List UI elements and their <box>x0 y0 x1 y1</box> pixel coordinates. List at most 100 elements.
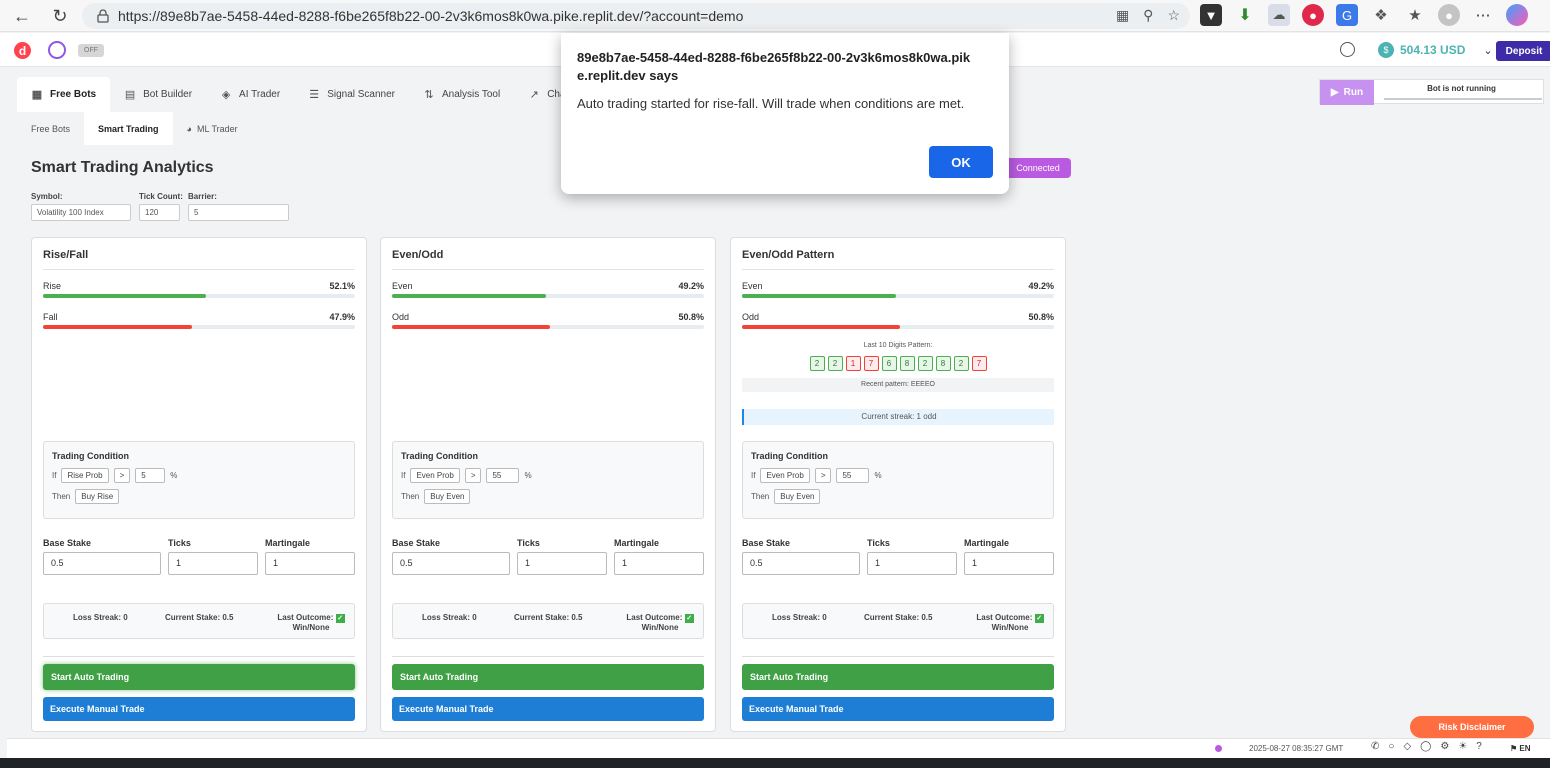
ticks-label: Ticks <box>517 538 540 548</box>
digit-box: 8 <box>935 356 951 371</box>
extensions-puzzle-icon[interactable]: ❖ <box>1370 4 1392 26</box>
ticks-input[interactable]: 1 <box>867 552 957 575</box>
ticks-input[interactable]: 1 <box>517 552 607 575</box>
condition-if-row: If Even Prob > 55 % <box>401 468 532 483</box>
condition-field-select[interactable]: Even Prob <box>410 468 460 483</box>
run-button[interactable]: ▶ Run <box>1320 80 1374 105</box>
even-odd-pattern-card: Even/Odd Pattern Even 49.2% Odd 50.8% La… <box>730 237 1066 732</box>
prob-track <box>392 325 704 329</box>
condition-action-select[interactable]: Buy Even <box>774 489 821 504</box>
layers-icon: ◈ <box>221 89 231 101</box>
shield-icon[interactable]: ◯ <box>1420 741 1431 752</box>
condition-action-select[interactable]: Buy Even <box>424 489 471 504</box>
condition-value-input[interactable]: 55 <box>486 468 520 483</box>
more-menu-icon[interactable]: ⋯ <box>1472 4 1494 26</box>
risk-disclaimer-button[interactable]: Risk Disclaimer <box>1410 716 1534 738</box>
execute-manual-trade-button[interactable]: Execute Manual Trade <box>392 697 704 721</box>
settings-icon[interactable]: ⚙ <box>1440 741 1449 752</box>
execute-manual-trade-button[interactable]: Execute Manual Trade <box>742 697 1054 721</box>
site-info-icon[interactable] <box>96 9 110 23</box>
profile-avatar-icon[interactable]: ● <box>1438 4 1460 26</box>
language-selector[interactable]: ⚑ EN <box>1510 744 1531 753</box>
whatsapp-icon[interactable]: ✆ <box>1371 741 1379 752</box>
extension-translate-icon[interactable]: G <box>1336 4 1358 26</box>
zoom-icon[interactable]: ⚲ <box>1143 7 1153 24</box>
base-stake-input[interactable]: 0.5 <box>742 552 860 575</box>
tab-free-bots[interactable]: ▦ Free Bots <box>17 77 111 112</box>
tab-analysis-tool[interactable]: ⇅ Analysis Tool <box>409 77 514 112</box>
base-stake-label: Base Stake <box>43 538 92 548</box>
extension-download-manager-icon[interactable]: ▼ <box>1200 4 1222 26</box>
condition-action-select[interactable]: Buy Rise <box>75 489 120 504</box>
account-icon[interactable] <box>1340 42 1355 57</box>
condition-value-input[interactable]: 5 <box>135 468 166 483</box>
condition-field-select[interactable]: Rise Prob <box>61 468 109 483</box>
condition-if-row: If Even Prob > 55 % <box>751 468 882 483</box>
last-outcome: Last Outcome: ✓ Win/None <box>615 613 705 632</box>
deriv-logo[interactable]: d <box>14 42 31 59</box>
chevron-down-icon[interactable]: ⌄ <box>1483 44 1492 57</box>
start-auto-trading-button[interactable]: Start Auto Trading <box>392 664 704 690</box>
chart-icon: ↗ <box>529 89 539 101</box>
prob-track <box>43 294 355 298</box>
barrier-input[interactable]: 5 <box>188 204 289 221</box>
subtab-free-bots[interactable]: Free Bots <box>17 112 84 145</box>
condition-field-select[interactable]: Even Prob <box>760 468 810 483</box>
martingale-input[interactable]: 1 <box>614 552 704 575</box>
subtab-smart-trading[interactable]: Smart Trading <box>84 112 173 145</box>
address-bar[interactable]: https://89e8b7ae-5458-44ed-8288-f6be265f… <box>82 3 1190 29</box>
help-icon[interactable]: ? <box>1476 741 1482 752</box>
ok-button[interactable]: OK <box>929 146 993 178</box>
martingale-input[interactable]: 1 <box>964 552 1054 575</box>
barrier-param: Barrier: 5 <box>188 192 289 221</box>
copilot-icon[interactable] <box>1506 4 1528 26</box>
card-title: Even/Odd <box>392 249 444 261</box>
deposit-button[interactable]: Deposit <box>1496 41 1550 61</box>
extension-drop-icon[interactable]: ● <box>1302 4 1324 26</box>
trading-condition: Trading Condition If Rise Prob > 5 % The… <box>43 441 355 519</box>
tick-count-input[interactable]: 120 <box>139 204 180 221</box>
bookmark-star-icon[interactable]: ☆ <box>1167 7 1180 24</box>
symbol-select[interactable]: Volatility 100 Index <box>31 204 131 221</box>
extension-download-icon[interactable]: ⬇ <box>1234 4 1256 26</box>
base-stake-input[interactable]: 0.5 <box>392 552 510 575</box>
condition-operator-select[interactable]: > <box>113 468 131 483</box>
ai-badge-icon[interactable] <box>48 41 66 59</box>
off-toggle[interactable]: OFF <box>78 44 104 57</box>
execute-manual-trade-button[interactable]: Execute Manual Trade <box>43 697 355 721</box>
pattern-label: Last 10 Digits Pattern: <box>863 342 933 349</box>
prob-value: 49.2% <box>678 281 704 291</box>
reload-icon[interactable]: ↻ <box>44 0 76 32</box>
tab-label: Free Bots <box>50 89 97 100</box>
martingale-input[interactable]: 1 <box>265 552 355 575</box>
tab-ai-trader[interactable]: ◈ AI Trader <box>206 77 294 112</box>
prob-track <box>43 325 355 329</box>
martingale-label: Martingale <box>265 538 311 548</box>
start-auto-trading-button[interactable]: Start Auto Trading <box>742 664 1054 690</box>
favorites-icon[interactable]: ★ <box>1404 4 1426 26</box>
ticks-input[interactable]: 1 <box>168 552 258 575</box>
subtab-ml-trader[interactable]: ◕ ML Trader <box>173 112 252 145</box>
account-balance[interactable]: $ 504.13 USD ⌄ <box>1378 42 1493 58</box>
ticks-label: Ticks <box>168 538 191 548</box>
os-taskbar <box>0 758 1550 768</box>
base-stake-input[interactable]: 0.5 <box>43 552 161 575</box>
deriv-icon[interactable]: ○ <box>1388 741 1394 752</box>
back-icon[interactable]: ← <box>6 0 38 32</box>
tab-bot-builder[interactable]: ▤ Bot Builder <box>110 77 206 112</box>
tab-signal-scanner[interactable]: ☰ Signal Scanner <box>294 77 409 112</box>
start-auto-trading-button[interactable]: Start Auto Trading <box>43 664 355 690</box>
base-stake-label: Base Stake <box>742 538 791 548</box>
apps-icon[interactable]: ▦ <box>1116 7 1129 24</box>
condition-operator-select[interactable]: > <box>814 468 832 483</box>
subtab-label: Smart Trading <box>98 123 159 134</box>
trade-stats: Loss Streak: 0 Current Stake: 0.5 Last O… <box>742 603 1054 639</box>
theme-icon[interactable]: ☀ <box>1458 741 1467 752</box>
responsible-trading-icon[interactable]: ◇ <box>1403 741 1411 752</box>
condition-operator-select[interactable]: > <box>464 468 482 483</box>
condition-value-input[interactable]: 55 <box>836 468 870 483</box>
extension-cloud-icon[interactable]: ☁ <box>1268 4 1290 26</box>
robot-icon: ◕ <box>186 123 192 134</box>
trading-condition: Trading Condition If Even Prob > 55 % Th… <box>742 441 1054 519</box>
divider <box>742 656 1054 657</box>
